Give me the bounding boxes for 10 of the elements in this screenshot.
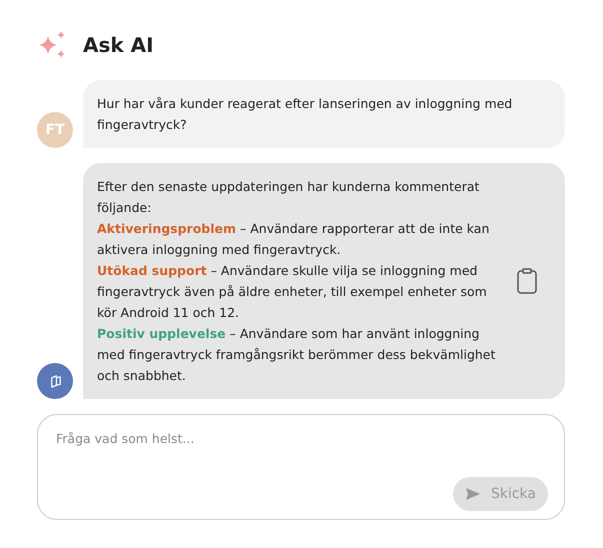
- feedback-item: Positiv upplevelse – Användare som har använt inloggning med fingeravtryck framgångsrikt berömmer dess bekvämlighet och snabbhet.: [97, 325, 496, 385]
- send-icon: [464, 487, 481, 501]
- message-text: Efter den senaste uppdateringen har kunderna kommenterat följande:: [97, 178, 480, 217]
- feedback-item: Utökad support – Användare skulle vilja se inloggning med fingeravtryck även på äldre enheter, till exempel enheter som kör Android 11 och 12.: [97, 262, 488, 322]
- feedback-item: Aktiveringsproblem – Användare rapporterar att de inte kan aktivera inloggning med fingeravtryck.: [97, 220, 490, 259]
- page-title: Ask AI: [83, 33, 154, 57]
- clipboard-icon[interactable]: [517, 268, 537, 294]
- message-input[interactable]: Fråga vad som helst... Skicka: [37, 414, 565, 520]
- user-avatar: FT: [37, 112, 73, 148]
- user-message: Hur har våra kunder reagerat efter lanseringen av inloggning med fingeravtryck?: [83, 80, 565, 148]
